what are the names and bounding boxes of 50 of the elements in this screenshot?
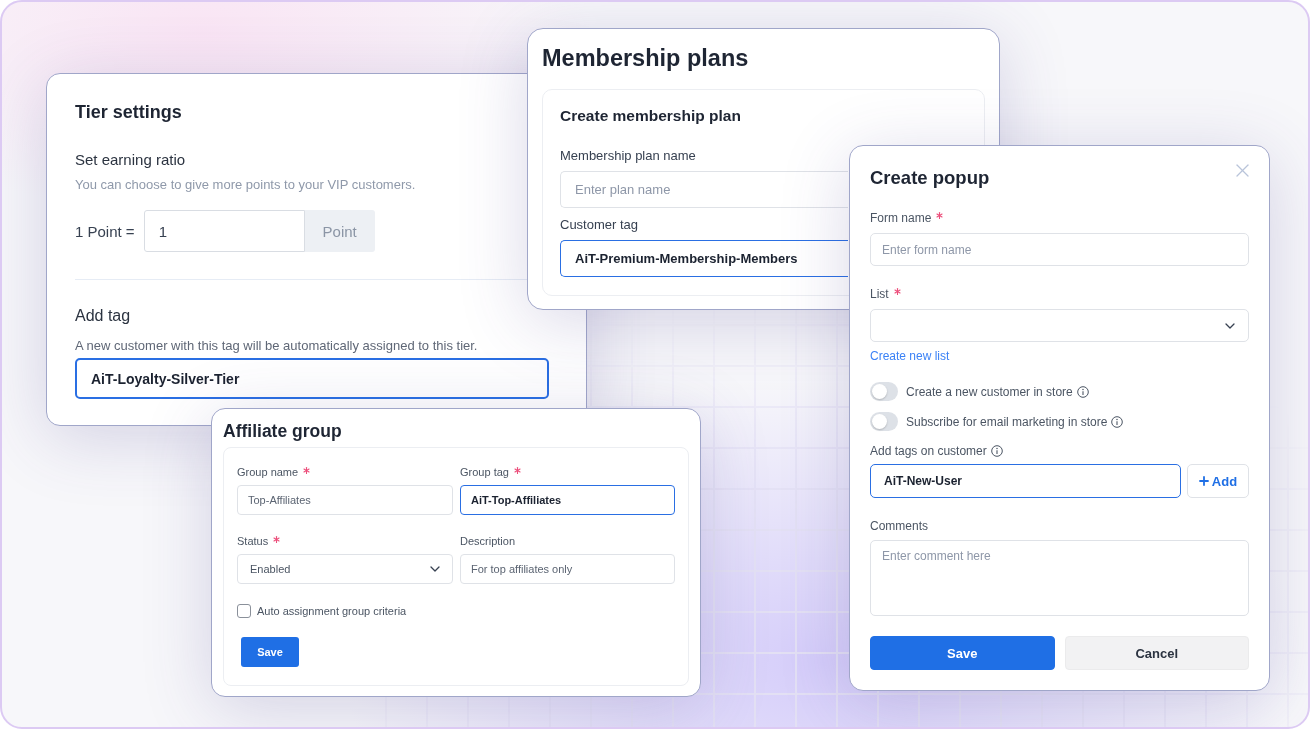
- toggle-switch[interactable]: [870, 412, 898, 431]
- toggle-label: Create a new customer in store: [906, 383, 1073, 400]
- toggle-label: Subscribe for email marketing in store: [906, 413, 1108, 430]
- text-input[interactable]: Enter plan name: [560, 171, 848, 208]
- field-label: Comments: [870, 518, 928, 534]
- save-button[interactable]: Save: [241, 637, 299, 667]
- section-hint: You can choose to give more points to your VIP customers.: [75, 176, 416, 194]
- cancel-button[interactable]: Cancel: [1064, 636, 1249, 670]
- comment-textarea[interactable]: Enter comment here: [870, 540, 1249, 616]
- form-name-input[interactable]: Enter form name: [870, 233, 1249, 266]
- info-icon[interactable]: [990, 445, 1003, 457]
- checkbox-label: Auto assignment group criteria: [257, 604, 407, 618]
- field-label: Status: [237, 534, 269, 548]
- panel-title: Create membership plan: [560, 106, 741, 126]
- toggle-switch[interactable]: [870, 382, 898, 401]
- text-input[interactable]: Top-Affiliates: [237, 485, 453, 515]
- text-input[interactable]: For top affiliates only: [460, 554, 675, 584]
- chevron-down-icon: [1225, 322, 1235, 329]
- info-icon[interactable]: [1111, 415, 1124, 428]
- ratio-label: 1 Point =: [75, 222, 135, 240]
- field-label: Form name: [870, 210, 932, 226]
- info-icon[interactable]: [1076, 385, 1089, 398]
- text-input[interactable]: AiT-Premium-Membership-Members: [560, 240, 848, 277]
- card-title: Tier settings: [75, 101, 182, 124]
- field-label: Membership plan name: [560, 147, 696, 165]
- tag-input[interactable]: AiT-New-User: [870, 464, 1181, 498]
- field-label: Group name: [237, 465, 299, 479]
- points-input[interactable]: 1: [143, 210, 305, 252]
- card-title: Affiliate group: [223, 420, 342, 443]
- field-label: List: [870, 286, 889, 302]
- add-tag-button[interactable]: Add: [1187, 464, 1249, 498]
- field-label: Add tags on customer: [870, 443, 987, 459]
- tag-input[interactable]: AiT-Loyalty-Silver-Tier: [75, 358, 549, 399]
- save-button[interactable]: Save: [870, 636, 1055, 670]
- status-select[interactable]: Enabled: [237, 554, 453, 584]
- field-label: Customer tag: [560, 216, 639, 234]
- dialog-title: Create popup: [870, 166, 990, 190]
- section-hint: A new customer with this tag will be automatically assigned to this tier.: [75, 337, 478, 356]
- chevron-down-icon: [430, 566, 440, 572]
- card-title: Membership plans: [542, 44, 749, 73]
- create-list-link[interactable]: Create new list: [870, 348, 950, 364]
- checkbox[interactable]: [237, 604, 251, 618]
- section-heading: Add tag: [75, 306, 131, 327]
- text-input[interactable]: AiT-Top-Affiliates: [460, 485, 675, 515]
- plus-icon: [1198, 476, 1209, 486]
- field-label: Group tag: [460, 465, 509, 479]
- field-label: Description: [460, 534, 516, 548]
- section-heading: Set earning ratio: [75, 150, 186, 170]
- close-icon[interactable]: [1236, 164, 1249, 177]
- unit-label: Point: [304, 210, 375, 252]
